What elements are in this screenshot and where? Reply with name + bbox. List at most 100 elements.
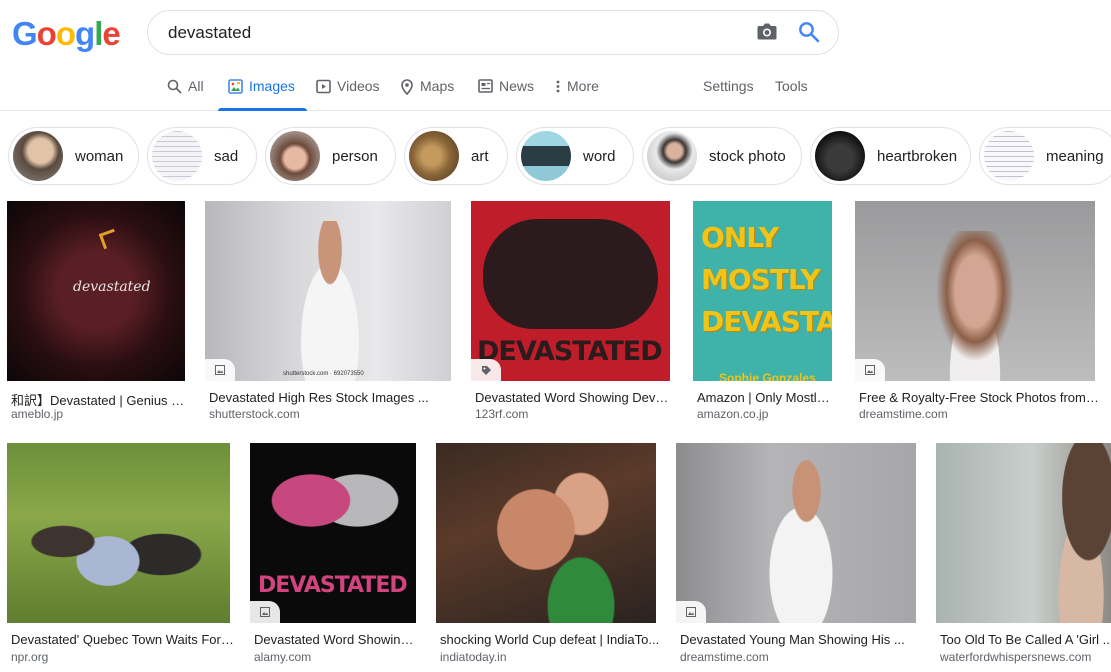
image-result[interactable]: shutterstock.com · 692073550 Devastated … bbox=[205, 201, 451, 421]
chip-meaning[interactable]: meaning bbox=[979, 127, 1111, 185]
google-logo[interactable]: Google bbox=[12, 15, 121, 53]
image-result[interactable]: shocking World Cup defeat | IndiaTo... i… bbox=[436, 443, 659, 665]
tab-label: Images bbox=[249, 78, 295, 94]
chip-label: stock photo bbox=[709, 147, 786, 165]
image-badge-icon bbox=[676, 601, 706, 623]
image-badge-icon bbox=[205, 359, 235, 381]
chip-sad[interactable]: sad bbox=[147, 127, 257, 185]
result-thumbnail: ONLY MOSTLY DEVASTATED Sophie Gonzales bbox=[693, 201, 832, 381]
result-title[interactable]: Devastated Word Showing ... bbox=[254, 632, 420, 647]
result-title[interactable]: Devastated' Quebec Town Waits For ... bbox=[11, 632, 234, 647]
image-result[interactable]: ONLY MOSTLY DEVASTATED Sophie Gonzales A… bbox=[693, 201, 836, 421]
result-source: shutterstock.com bbox=[209, 407, 300, 421]
play-icon bbox=[316, 79, 331, 97]
person-figure bbox=[285, 221, 375, 381]
chip-art[interactable]: art bbox=[404, 127, 508, 185]
person-figure bbox=[746, 458, 856, 623]
book-author: Sophie Gonzales bbox=[719, 371, 816, 381]
result-image-caption: ONLY MOSTLY DEVASTATED bbox=[701, 221, 832, 338]
chip-thumbnail bbox=[815, 131, 865, 181]
tab-label: More bbox=[567, 78, 599, 94]
result-title[interactable]: Devastated High Res Stock Images ... bbox=[209, 390, 455, 405]
result-thumbnail: DEVASTATED bbox=[471, 201, 670, 381]
person-figure bbox=[925, 231, 1025, 381]
result-source: alamy.com bbox=[254, 650, 312, 664]
tab-label: All bbox=[188, 78, 204, 94]
chip-label: word bbox=[583, 147, 616, 165]
tab-images[interactable]: Images bbox=[218, 78, 307, 111]
chip-thumbnail bbox=[13, 131, 63, 181]
logo-letter: G bbox=[12, 15, 38, 52]
camera-icon[interactable] bbox=[756, 21, 782, 45]
tab-label: Videos bbox=[337, 78, 380, 94]
result-source: waterfordwhispersnews.com bbox=[940, 650, 1092, 664]
masks-shape bbox=[262, 451, 402, 561]
chip-thumbnail bbox=[152, 131, 202, 181]
result-title[interactable]: Devastated Word Showing Devas... bbox=[475, 390, 674, 405]
search-tabs: All Images Videos Maps News More Setting… bbox=[0, 70, 1111, 111]
chip-label: sad bbox=[214, 147, 239, 165]
image-result[interactable]: devastated 和訳】Devastated | Genius & ... … bbox=[7, 201, 189, 421]
result-thumbnail bbox=[436, 443, 656, 623]
chip-label: heartbroken bbox=[877, 147, 958, 165]
related-chips: woman sad person art word stock photo he… bbox=[0, 127, 1111, 185]
chip-heartbroken[interactable]: heartbroken bbox=[810, 127, 971, 185]
image-result[interactable]: DEVASTATED Devastated Word Showing Devas… bbox=[471, 201, 674, 421]
logo-letter: o bbox=[36, 15, 57, 52]
result-thumbnail bbox=[936, 443, 1111, 623]
result-title[interactable]: Amazon | Only Mostly ... bbox=[697, 390, 836, 405]
result-thumbnail bbox=[676, 443, 916, 623]
image-result[interactable]: Devastated Young Man Showing His ... dre… bbox=[676, 443, 916, 665]
result-thumbnail: devastated bbox=[7, 201, 185, 381]
result-image-caption: DEVASTATED bbox=[258, 573, 408, 598]
pin-icon bbox=[400, 79, 414, 98]
chip-woman[interactable]: woman bbox=[8, 127, 139, 185]
result-source: 123rf.com bbox=[475, 407, 529, 421]
result-source: dreamstime.com bbox=[859, 407, 948, 421]
chip-label: meaning bbox=[1046, 147, 1104, 165]
logo-letter: o bbox=[55, 15, 76, 52]
chip-thumbnail bbox=[984, 131, 1034, 181]
tab-all[interactable]: All bbox=[167, 78, 204, 110]
chip-thumbnail bbox=[409, 131, 459, 181]
result-thumbnail bbox=[855, 201, 1095, 381]
image-result[interactable]: Free & Royalty-Free Stock Photos from ..… bbox=[855, 201, 1099, 421]
search-icon[interactable] bbox=[798, 21, 824, 47]
chip-thumbnail bbox=[270, 131, 320, 181]
tab-videos[interactable]: Videos bbox=[316, 78, 380, 110]
result-title[interactable]: Too Old To Be Called A 'Girl ... bbox=[940, 632, 1111, 647]
chip-thumbnail bbox=[521, 131, 571, 181]
result-source: npr.org bbox=[11, 650, 49, 664]
image-result[interactable]: Too Old To Be Called A 'Girl ... waterfo… bbox=[936, 443, 1111, 665]
tools-link[interactable]: Tools bbox=[775, 78, 808, 94]
tag-icon bbox=[471, 359, 501, 381]
search-input[interactable] bbox=[168, 20, 728, 46]
chip-stock-photo[interactable]: stock photo bbox=[642, 127, 802, 185]
logo-letter: l bbox=[94, 15, 103, 52]
logo-letter: g bbox=[75, 15, 95, 52]
image-result[interactable]: Devastated' Quebec Town Waits For ... np… bbox=[7, 443, 234, 665]
image-result[interactable]: DEVASTATED Devastated Word Showing ... a… bbox=[250, 443, 420, 665]
people-group bbox=[27, 483, 207, 613]
settings-link[interactable]: Settings bbox=[703, 78, 754, 94]
result-source: indiatoday.in bbox=[440, 650, 507, 664]
tab-label: News bbox=[499, 78, 535, 94]
chip-label: person bbox=[332, 147, 378, 165]
result-title[interactable]: Devastated Young Man Showing His ... bbox=[680, 632, 920, 647]
tab-label: Maps bbox=[420, 78, 455, 94]
tab-more[interactable]: More bbox=[555, 78, 599, 110]
result-image-caption: DEVASTATED bbox=[477, 336, 663, 367]
result-source: dreamstime.com bbox=[680, 650, 769, 664]
result-image-caption: devastated bbox=[73, 279, 151, 295]
result-thumbnail: shutterstock.com · 692073550 bbox=[205, 201, 451, 381]
result-title[interactable]: Free & Royalty-Free Stock Photos from ..… bbox=[859, 390, 1099, 405]
chip-label: woman bbox=[75, 147, 124, 165]
tab-maps[interactable]: Maps bbox=[400, 78, 454, 110]
chip-person[interactable]: person bbox=[265, 127, 396, 185]
tab-news[interactable]: News bbox=[478, 78, 534, 110]
chip-word[interactable]: word bbox=[516, 127, 634, 185]
result-title[interactable]: shocking World Cup defeat | IndiaTo... bbox=[440, 632, 660, 647]
search-box bbox=[147, 10, 839, 55]
result-source: ameblo.jp bbox=[11, 407, 64, 421]
person-figure bbox=[476, 453, 626, 623]
